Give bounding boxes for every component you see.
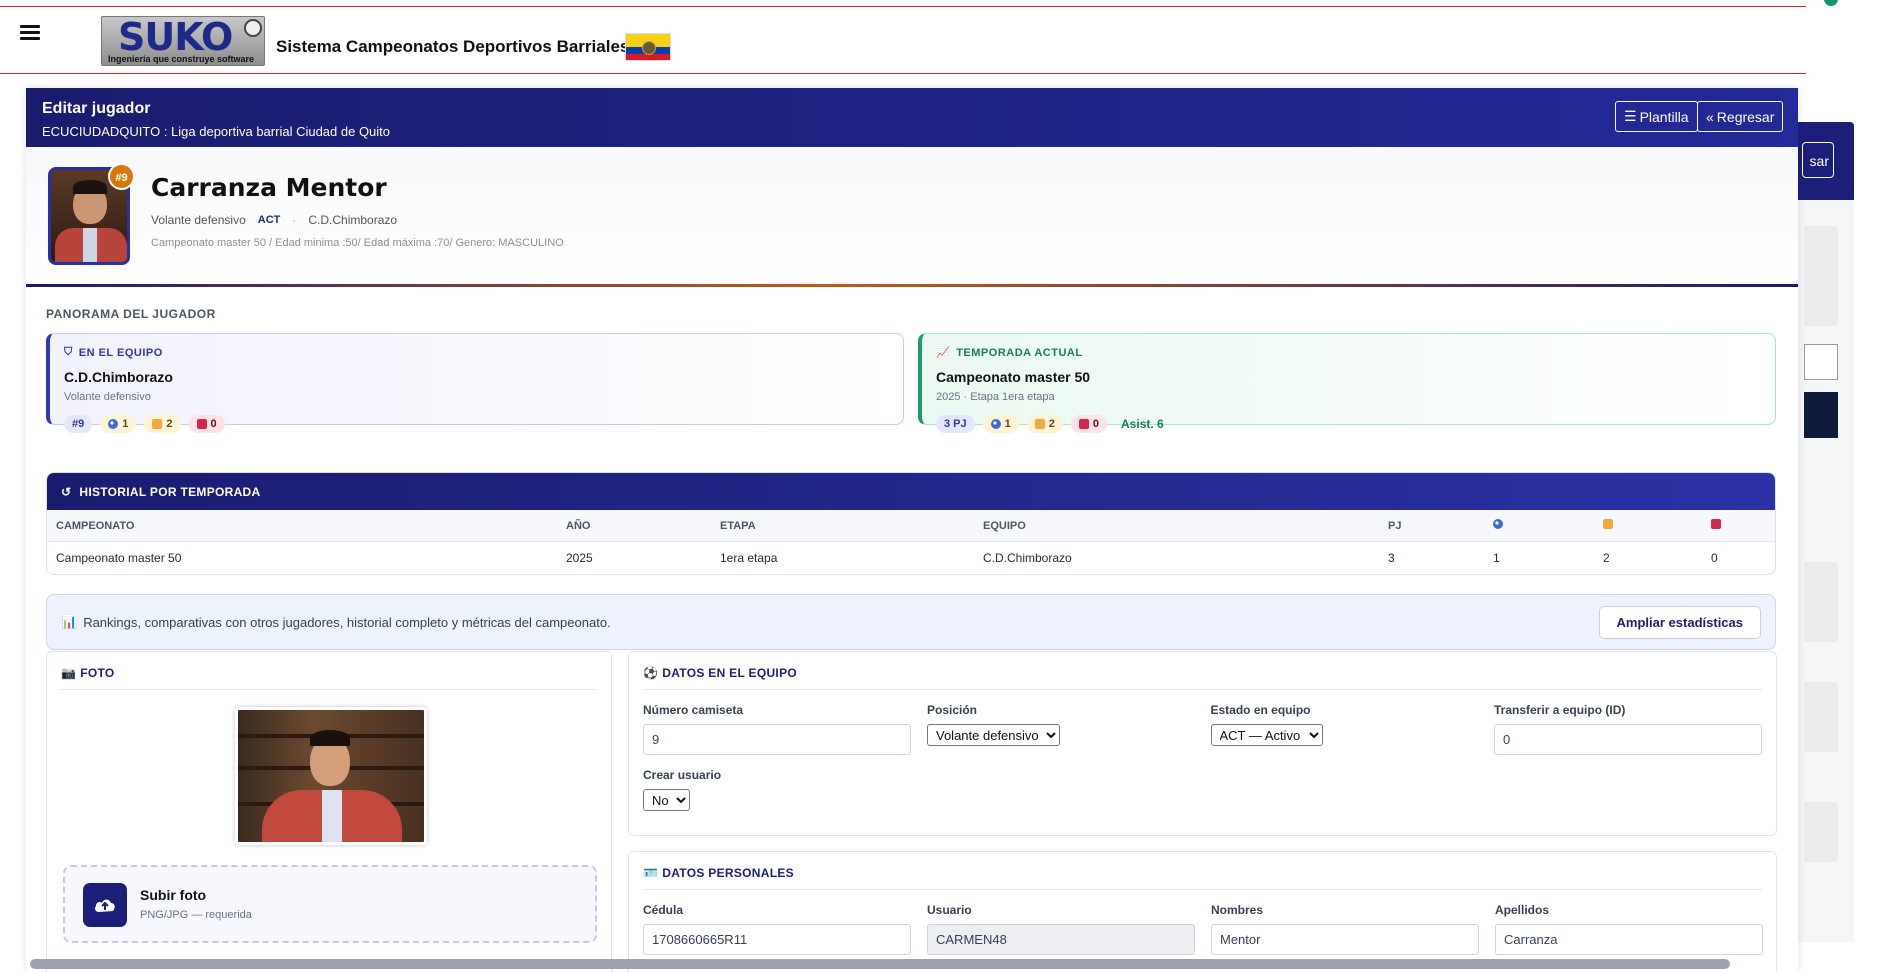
soccer-ball-icon (990, 419, 1001, 429)
transfer-team-id-input[interactable] (1494, 724, 1762, 755)
suko-logo: SUKO Ingeniería que construye software (101, 16, 265, 66)
yellow-card-icon (1603, 519, 1613, 529)
background-page-strip: sar (1798, 122, 1854, 942)
soccer-ball-icon: ⚽ (643, 666, 659, 680)
soccer-ball-icon (1493, 519, 1503, 529)
player-photo (235, 707, 427, 845)
player-name: Carranza Mentor (151, 173, 387, 202)
horizontal-scrollbar[interactable] (30, 959, 1730, 969)
list-icon: ☰ (1624, 108, 1637, 124)
stats-banner: 📊 Rankings, comparativas con otros jugado… (46, 594, 1776, 650)
personal-data-card: 🪪DATOS PERSONALES Cédula Usuario Nombres… (628, 851, 1777, 972)
panel-header: Editar jugador ECUCIUDADQUITO : Liga dep… (26, 88, 1798, 147)
username-input[interactable] (927, 924, 1195, 955)
matches-played-pill: 3 PJ (936, 415, 975, 433)
yellow-card-icon (152, 419, 163, 429)
red-card-icon (1078, 419, 1089, 429)
season-name: Campeonato master 50 (936, 369, 1091, 385)
create-user-select[interactable]: No (643, 789, 690, 811)
season-history-table: ↺ HISTORIAL POR TEMPORADA CAMPEONATO AÑO … (46, 472, 1776, 575)
red-cards-pill: 0 (188, 415, 225, 433)
goals-pill: 1 (982, 415, 1019, 433)
last-name-input[interactable] (1495, 924, 1763, 955)
top-header: SUKO Ingeniería que construye software S… (0, 6, 1806, 74)
red-card-icon (1711, 519, 1721, 529)
goals-pill: 1 (100, 415, 137, 433)
double-chevron-left-icon: « (1706, 108, 1714, 125)
player-team: C.D.Chimborazo (308, 213, 398, 227)
col-pj: PJ (1379, 510, 1484, 542)
status-dot-icon (1824, 0, 1838, 6)
championship-meta: Campeonato master 50 / Edad minima :50/ … (151, 237, 564, 249)
panel-title: Editar jugador (42, 100, 151, 117)
cedula-input[interactable] (643, 924, 911, 955)
shield-icon: ⛉ (64, 346, 73, 358)
ampliar-estadisticas-button[interactable]: Ampliar estadísticas (1598, 605, 1761, 639)
cloud-upload-icon (83, 883, 127, 927)
bar-chart-icon: 📊 (61, 614, 78, 629)
yellow-cards-pill: 2 (1026, 415, 1063, 433)
camera-icon: 📷 (61, 666, 77, 680)
first-name-input[interactable] (1211, 924, 1479, 955)
trend-chart-icon: 📈 (936, 347, 951, 359)
app-title: Sistema Campeonatos Deportivos Barriales (276, 37, 630, 56)
col-anio: AÑO (557, 510, 711, 542)
yellow-card-icon (1034, 419, 1045, 429)
player-hero: #9 Carranza Mentor Volante defensivo ACT… (26, 147, 1798, 287)
col-goles (1484, 510, 1594, 542)
team-status-select[interactable]: ACT — Activo (1210, 724, 1323, 746)
col-rojas (1702, 510, 1775, 542)
overview-title: PANORAMA DEL JUGADOR (46, 307, 216, 321)
player-summary-line: Volante defensivo ACT · C.D.Chimborazo (151, 213, 398, 227)
upload-title: Subir foto (140, 887, 207, 903)
id-card-icon: 🪪 (643, 866, 659, 880)
red-card-icon (196, 419, 207, 429)
jersey-number-input[interactable] (643, 724, 911, 755)
upload-photo-dropzone[interactable]: Subir foto PNG/JPG — requerida (63, 865, 597, 943)
photo-card: 📷 FOTO Subir foto PNG/JPG — requerida (46, 651, 612, 972)
jersey-number-badge: #9 (108, 163, 135, 190)
team-position: Volante defensivo (64, 391, 151, 403)
plantilla-button[interactable]: ☰ Plantilla (1615, 101, 1698, 132)
yellow-cards-pill: 2 (144, 415, 181, 433)
team-overview-card: ⛉ EN EL EQUIPO C.D.Chimborazo Volante def… (46, 333, 904, 433)
season-overview-card: 📈 TEMPORADA ACTUAL Campeonato master 50 2… (918, 333, 1776, 433)
panel-subtitle: ECUCIUDADQUITO : Liga deportiva barrial … (42, 124, 391, 139)
team-data-card: ⚽DATOS EN EL EQUIPO Número camiseta Posi… (628, 651, 1777, 836)
ecuador-flag-icon (625, 33, 671, 61)
regresar-button[interactable]: «Regresar (1697, 101, 1784, 132)
assists-count: Asist. 6 (1121, 417, 1164, 431)
clock-icon (244, 19, 262, 37)
season-stage: 2025 · Etapa 1era etapa (936, 391, 1055, 403)
background-button[interactable]: sar (1802, 142, 1834, 178)
edit-player-panel: Editar jugador ECUCIUDADQUITO : Liga dep… (26, 88, 1798, 972)
soccer-ball-icon (108, 419, 119, 429)
history-icon: ↺ (61, 484, 72, 499)
position-select[interactable]: Volante defensivo (927, 724, 1060, 746)
jersey-pill: #9 (64, 415, 93, 433)
upload-hint: PNG/JPG — requerida (140, 909, 252, 921)
col-amarillas (1594, 510, 1702, 542)
hamburger-menu-icon[interactable] (20, 25, 40, 41)
table-row: Campeonato master 50 2025 1era etapa C.D… (56, 551, 1718, 566)
col-equipo: EQUIPO (974, 510, 1379, 542)
status-badge: ACT (257, 214, 281, 226)
player-position: Volante defensivo (151, 213, 246, 227)
col-etapa: ETAPA (711, 510, 974, 542)
team-name: C.D.Chimborazo (64, 369, 173, 385)
red-cards-pill: 0 (1070, 415, 1108, 433)
col-campeonato: CAMPEONATO (47, 510, 557, 542)
